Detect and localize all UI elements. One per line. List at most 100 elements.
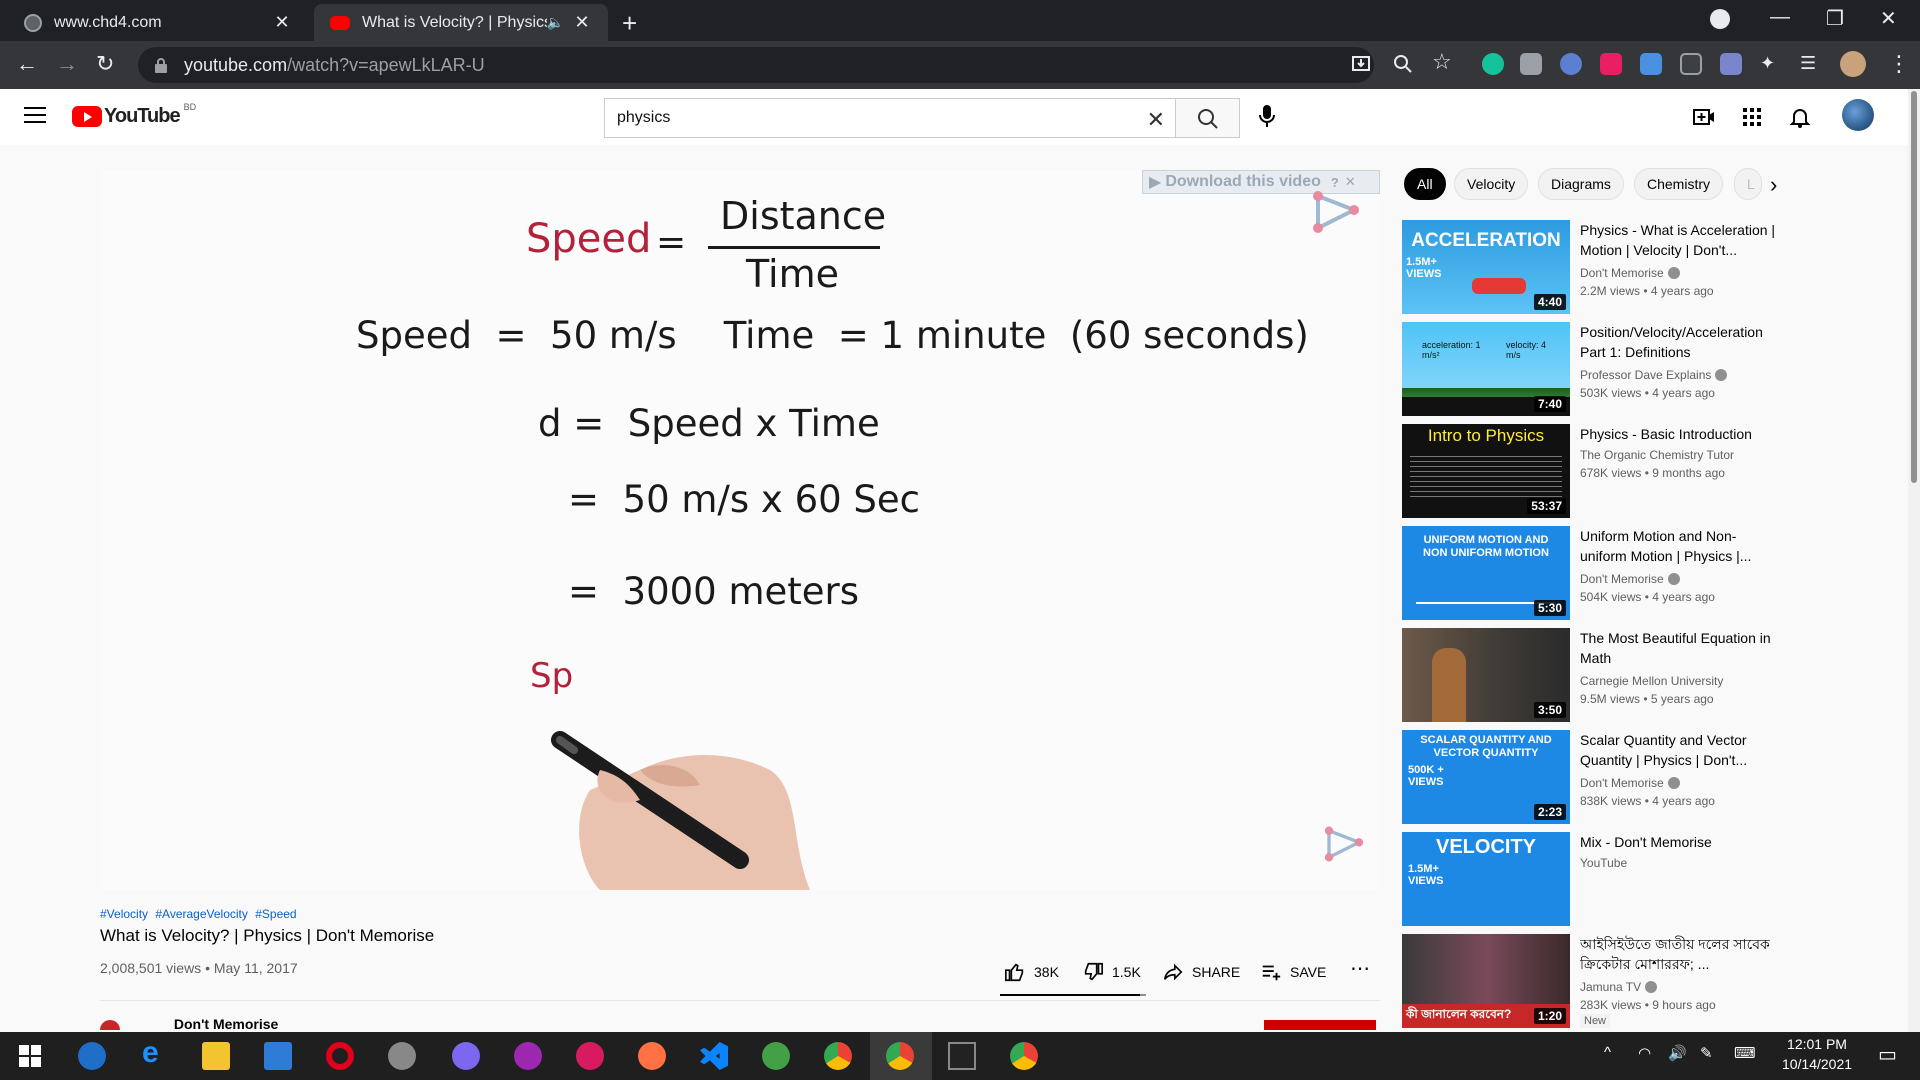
hashtag-link[interactable]: #Velocity [100,907,148,921]
subscribe-button[interactable] [1264,1020,1376,1030]
puzzle-extensions-icon[interactable]: ✦ [1760,53,1782,75]
rec-title[interactable]: Position/Velocity/Acceleration Part 1: D… [1580,322,1780,362]
recommendation-item[interactable]: SCALAR QUANTITY AND VECTOR QUANTITY 500K… [1402,730,1782,824]
rec-title[interactable]: আইসিইউতে জাতীয় দলের সাবেক ক্রিকেটার মোশ… [1580,934,1780,974]
zoom-icon[interactable] [1392,53,1414,75]
clear-search-icon[interactable]: ✕ [1147,107,1165,133]
windows-start-icon[interactable] [16,1042,44,1070]
recommendation-item[interactable]: 3:50 The Most Beautiful Equation in Math… [1402,628,1782,722]
app-icon[interactable] [762,1042,790,1070]
reload-icon[interactable]: ↻ [96,51,114,77]
scrollbar-thumb[interactable] [1911,91,1917,483]
pen-extension-icon[interactable] [1720,53,1742,75]
account-avatar[interactable] [1842,99,1874,131]
opera-icon[interactable] [326,1042,354,1070]
thumbnail[interactable]: UNIFORM MOTION AND NON UNIFORM MOTION 5:… [1402,526,1570,620]
microphone-icon[interactable] [1258,103,1276,131]
tab-search-icon[interactable] [1710,9,1730,29]
edge-icon[interactable]: e [142,1036,170,1069]
apps-grid-icon[interactable] [1740,105,1764,129]
rec-title[interactable]: Uniform Motion and Non-uniform Motion | … [1580,526,1780,566]
minimize-button[interactable]: — [1770,6,1790,29]
volume-icon[interactable]: 🔊 [1668,1044,1687,1062]
bookmark-star-icon[interactable]: ☆ [1432,49,1454,74]
rec-channel[interactable]: The Organic Chemistry Tutor [1580,448,1734,462]
camera-extension-icon[interactable] [1520,53,1542,75]
save-button[interactable]: SAVE [1260,961,1326,983]
recommendation-item[interactable]: acceleration: 1 m/s² velocity: 4 m/s 7:4… [1402,322,1782,416]
address-bar[interactable]: youtube.com/watch?v=apewLkLAR-U [138,47,1374,83]
tray-chevron-icon[interactable]: ^ [1604,1044,1611,1061]
close-tab-icon[interactable]: ✕ [572,12,592,33]
like-button[interactable]: 38K [1004,961,1059,983]
thumbnail[interactable]: 3:50 [1402,628,1570,722]
close-tab-icon[interactable]: ✕ [272,12,292,33]
grammarly-extension-icon[interactable] [1482,53,1504,75]
rec-channel[interactable]: YouTube [1580,856,1627,870]
wifi-icon[interactable]: ◠ [1638,1044,1651,1062]
speaker-muted-icon[interactable]: 🔈 [547,14,564,31]
recommendation-item[interactable]: UNIFORM MOTION AND NON UNIFORM MOTION 5:… [1402,526,1782,620]
terminal-icon[interactable] [948,1042,976,1070]
rec-channel[interactable]: Professor Dave Explains [1580,368,1728,382]
rec-channel[interactable]: Carnegie Mellon University [1580,674,1723,688]
dislike-button[interactable]: 1.5K [1082,961,1141,983]
thumbnail[interactable]: কী জানালেন করবেন? 1:20 [1402,934,1570,1028]
rec-title[interactable]: Scalar Quantity and Vector Quantity | Ph… [1580,730,1780,770]
download-extension-icon[interactable] [1640,53,1662,75]
recommendation-item[interactable]: ACCELERATION 1.5M+ VIEWS 4:40 Physics - … [1402,220,1782,314]
page-scrollbar[interactable] [1908,89,1920,1032]
clock-date[interactable]: 10/14/2021 [1772,1056,1862,1072]
chrome-icon[interactable] [824,1042,852,1070]
menu-icon[interactable] [24,107,46,128]
share-button[interactable]: SHARE [1162,961,1240,983]
chip-more[interactable]: L [1734,168,1762,200]
more-actions-icon[interactable]: ⋯ [1350,956,1370,981]
rec-title[interactable]: Mix - Don't Memorise [1580,832,1780,852]
notifications-icon[interactable]: ▭ [1878,1042,1897,1067]
create-video-icon[interactable] [1692,105,1716,129]
chip-chemistry[interactable]: Chemistry [1634,168,1724,200]
clock-time[interactable]: 12:01 PM [1772,1036,1862,1052]
rec-title[interactable]: Physics - What is Acceleration | Motion … [1580,220,1780,260]
recommendation-item[interactable]: কী জানালেন করবেন? 1:20 আইসিইউতে জাতীয় দ… [1402,934,1782,1028]
chevron-right-icon[interactable]: › [1770,172,1777,198]
recommendation-item[interactable]: VELOCITY 1.5M+ VIEWS Mix - Don't Memoris… [1402,832,1782,926]
pen-icon[interactable]: ✎ [1700,1044,1713,1062]
channel-avatar[interactable] [100,1020,120,1031]
chrome-profile-icon[interactable] [1010,1042,1038,1070]
qbittorrent-icon[interactable] [78,1042,106,1070]
thumbnail[interactable]: SCALAR QUANTITY AND VECTOR QUANTITY 500K… [1402,730,1570,824]
thumbnail[interactable]: Intro to Physics 53:37 [1402,424,1570,518]
rec-channel[interactable]: Don't Memorise [1580,776,1680,790]
screen-extension-icon[interactable] [1680,53,1702,75]
search-button[interactable] [1176,98,1240,138]
pointer-extension-icon[interactable] [1600,53,1622,75]
maximize-button[interactable]: ❐ [1826,6,1844,31]
rec-channel[interactable]: Don't Memorise [1580,572,1680,586]
chip-all[interactable]: All [1404,168,1446,200]
app-icon[interactable] [388,1042,416,1070]
rec-channel[interactable]: Jamuna TV [1580,980,1658,994]
chip-diagrams[interactable]: Diagrams [1538,168,1624,200]
browser-tab-chd4[interactable]: www.chd4.com ✕ [8,4,308,41]
youtube-logo[interactable]: YouTube BD [72,102,196,128]
close-window-button[interactable]: ✕ [1880,6,1897,31]
mail-icon[interactable] [264,1042,292,1070]
install-app-icon[interactable] [1350,53,1372,75]
chrome-active-icon[interactable] [886,1042,914,1070]
search-input[interactable]: physics ✕ [604,98,1176,138]
new-tab-button[interactable]: + [622,8,637,39]
thumbnail[interactable]: acceleration: 1 m/s² velocity: 4 m/s 7:4… [1402,322,1570,416]
hashtag-link[interactable]: #AverageVelocity [155,907,248,921]
video-player[interactable]: ▶ Download this video ? ✕ Speed = Distan… [100,170,1380,890]
channel-name[interactable]: Don't Memorise [174,1016,278,1032]
profile-avatar-icon[interactable] [1840,51,1866,77]
rec-title[interactable]: The Most Beautiful Equation in Math [1580,628,1780,668]
rec-channel[interactable]: Don't Memorise [1580,266,1680,280]
reading-list-icon[interactable]: ☰ [1800,53,1822,75]
messenger-icon[interactable] [452,1042,480,1070]
chip-velocity[interactable]: Velocity [1454,168,1529,200]
browser-tab-youtube[interactable]: What is Velocity? | Physics | D 🔈 ✕ [314,4,608,41]
vscode-icon[interactable] [700,1042,728,1070]
